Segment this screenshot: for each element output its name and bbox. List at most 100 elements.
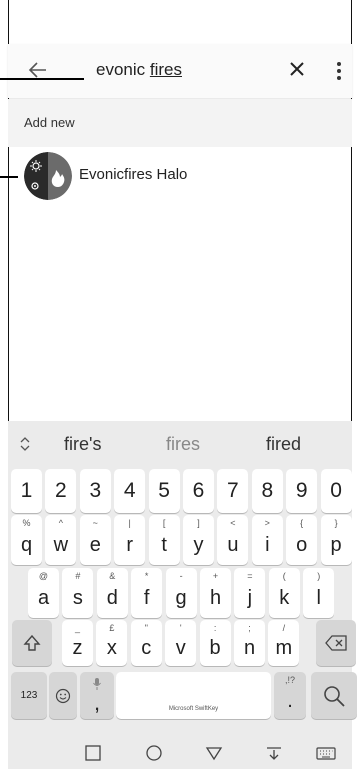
- key-7[interactable]: 7: [217, 469, 249, 513]
- key-3-label: 3: [89, 479, 102, 502]
- emoji-icon: [55, 688, 71, 703]
- microphone-icon: [93, 678, 101, 690]
- result-item[interactable]: Evonicfires Halo: [8, 148, 352, 204]
- key-w[interactable]: ^ w: [45, 515, 77, 565]
- search-icon: [324, 685, 345, 707]
- key-l[interactable]: ) l: [303, 568, 335, 618]
- key-q-alt-label: %: [22, 518, 31, 528]
- key-j-alt-label: =: [247, 571, 253, 581]
- key-a[interactable]: @ a: [28, 568, 59, 618]
- key-p-label: p: [330, 533, 342, 556]
- key-v-alt-label: ': [179, 623, 182, 633]
- key-n-label: n: [243, 636, 256, 659]
- search-key[interactable]: [311, 672, 357, 719]
- key-2[interactable]: 2: [45, 469, 77, 513]
- key-b[interactable]: :b: [199, 620, 231, 666]
- key-5[interactable]: 5: [148, 469, 180, 513]
- key-4[interactable]: 4: [114, 469, 146, 513]
- key-v[interactable]: ' v: [165, 620, 197, 666]
- key-9[interactable]: 9: [286, 469, 318, 513]
- period-key[interactable]: ,!? .: [274, 672, 306, 719]
- key-s[interactable]: # s: [62, 568, 94, 618]
- key-g[interactable]: -g: [165, 568, 197, 618]
- key-o-label: o: [296, 533, 308, 556]
- search-input[interactable]: evonic fires: [96, 60, 182, 80]
- key-f[interactable]: * f: [131, 568, 163, 618]
- comma-key[interactable]: ,: [80, 672, 114, 719]
- emoji-key[interactable]: [49, 672, 77, 719]
- key-c-alt-label: ": [144, 623, 148, 633]
- key-e-alt-label: ~: [92, 518, 98, 528]
- key-z[interactable]: _ z: [62, 620, 93, 666]
- shift-key[interactable]: [12, 620, 52, 666]
- search-bar: evonic fires: [8, 44, 352, 98]
- shift-icon: [23, 634, 41, 651]
- key-r-alt-label: |: [128, 518, 131, 528]
- recent-apps-icon[interactable]: [84, 745, 102, 761]
- more-options-icon[interactable]: [335, 60, 343, 82]
- key-e[interactable]: ~ e: [79, 515, 111, 565]
- key-m[interactable]: / m: [268, 620, 300, 666]
- add-new-row[interactable]: Add new: [8, 99, 352, 147]
- system-nav-bar: [8, 737, 352, 769]
- key-u-alt-label: <: [230, 518, 236, 528]
- hide-keyboard-icon[interactable]: [265, 745, 283, 761]
- key-5-label: 5: [158, 479, 170, 502]
- result-label: Evonicfires Halo: [79, 166, 188, 183]
- key-o[interactable]: {o: [286, 515, 318, 565]
- key-p[interactable]: } p: [320, 515, 352, 565]
- key-8[interactable]: 8: [251, 469, 283, 513]
- key-d[interactable]: & d: [96, 568, 128, 618]
- key-u[interactable]: < u: [217, 515, 249, 565]
- key-p-alt-label: }: [334, 518, 338, 528]
- suggestion-3[interactable]: fired: [266, 434, 301, 455]
- key-x[interactable]: £ x: [96, 620, 128, 666]
- key-m-label: m: [275, 636, 293, 659]
- key-n[interactable]: ; n: [234, 620, 265, 666]
- key-k[interactable]: (k: [268, 568, 300, 618]
- key-9-label: 9: [295, 479, 308, 502]
- key-i[interactable]: > i: [251, 515, 283, 565]
- key-l-alt-label: ): [317, 571, 321, 581]
- home-icon[interactable]: [145, 745, 163, 761]
- key-y-label: y: [193, 533, 204, 556]
- number-switch-key[interactable]: 123: [11, 672, 47, 719]
- key-0-label: 0: [330, 479, 342, 502]
- app-avatar-icon: [24, 152, 72, 200]
- key-k-label: k: [279, 586, 290, 609]
- search-query-prefix: evonic: [96, 60, 150, 79]
- suggestion-2[interactable]: fires: [166, 434, 200, 455]
- key-4-label: 4: [123, 479, 136, 502]
- space-bar[interactable]: Microsoft SwiftKey: [116, 672, 271, 719]
- key-c[interactable]: " c: [130, 620, 162, 666]
- key-3[interactable]: 3: [79, 469, 111, 513]
- expand-toolbar-icon[interactable]: [20, 437, 30, 451]
- keyboard: fire's fires fired 123 , Microsoft Swift…: [8, 421, 357, 737]
- key-t-alt-label: [: [162, 518, 166, 528]
- annotation-pointer: [0, 78, 84, 80]
- key-r[interactable]: | r: [114, 515, 146, 565]
- key-h[interactable]: + h: [200, 568, 231, 618]
- key-t[interactable]: [t: [148, 515, 180, 565]
- key-l-label: l: [316, 586, 321, 609]
- clear-icon[interactable]: [286, 58, 308, 80]
- suggestion-1[interactable]: fire's: [64, 434, 101, 455]
- period-alt-label: ,!?: [284, 675, 295, 685]
- key-m-alt-label: /: [282, 623, 286, 633]
- key-q[interactable]: % q: [11, 515, 42, 565]
- key-o-alt-label: {: [300, 518, 304, 528]
- add-new-label: Add new: [24, 115, 75, 130]
- keyboard-switch-icon[interactable]: [316, 745, 336, 761]
- key-s-label: s: [72, 586, 83, 609]
- key-6[interactable]: 6: [183, 469, 214, 513]
- number-switch-label: 123: [20, 690, 38, 701]
- key-x-label: x: [106, 636, 117, 659]
- key-r-label: r: [126, 533, 134, 556]
- key-j[interactable]: = j: [234, 568, 266, 618]
- back-triangle-icon[interactable]: [205, 745, 223, 761]
- key-y[interactable]: ] y: [183, 515, 214, 565]
- key-h-alt-label: +: [212, 571, 219, 581]
- key-0[interactable]: 0: [320, 469, 352, 513]
- key-1[interactable]: 1: [11, 469, 42, 513]
- backspace-key[interactable]: [316, 620, 356, 666]
